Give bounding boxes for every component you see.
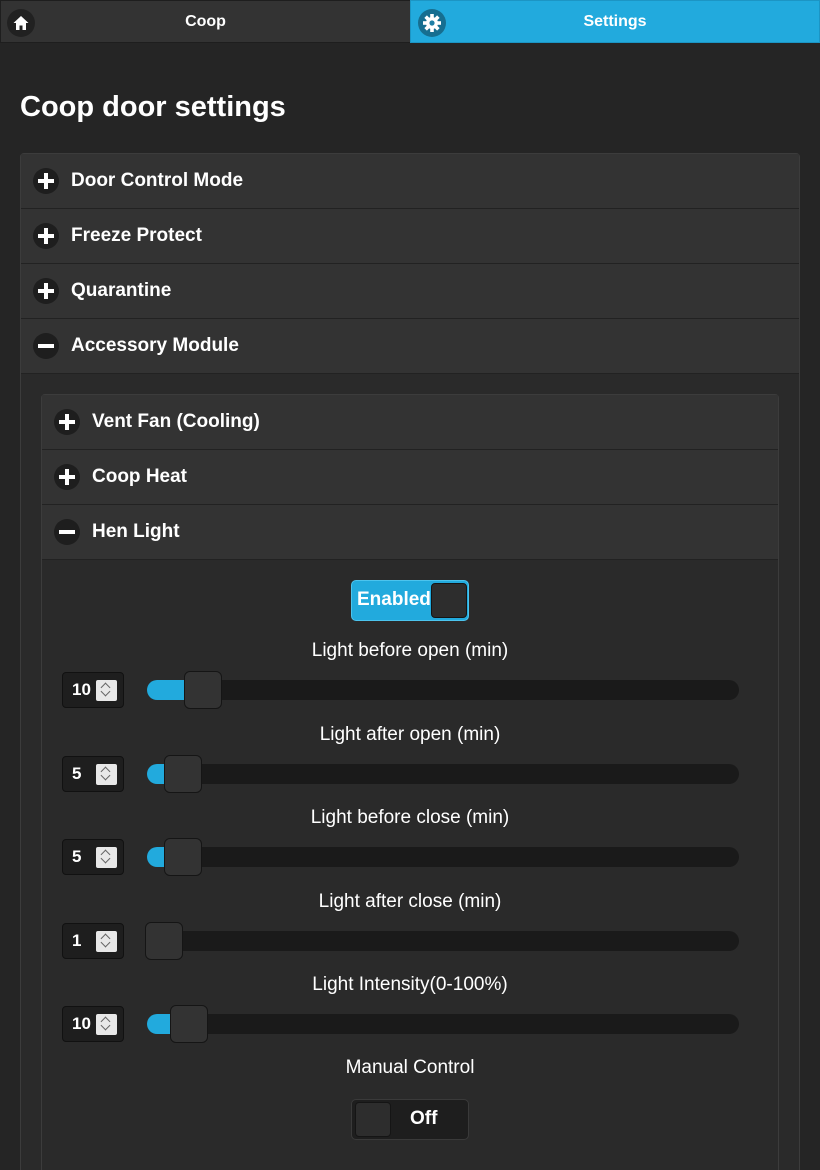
number-input[interactable]: 5	[62, 755, 124, 792]
plus-icon	[33, 168, 59, 194]
accessory-accordion: Vent Fan (Cooling) Coop Heat Hen Light E…	[41, 394, 779, 1170]
tab-coop-label: Coop	[185, 12, 226, 30]
slider-thumb[interactable]	[164, 838, 203, 876]
number-input[interactable]: 5	[62, 839, 124, 875]
settings-accordion: Door Control Mode Freeze Protect Quarant…	[20, 153, 800, 1170]
plus-icon	[33, 278, 59, 304]
plus-icon	[54, 409, 80, 435]
spinner-icon[interactable]	[96, 930, 117, 952]
tab-coop[interactable]: Coop	[0, 0, 410, 43]
slider-thumb[interactable]	[145, 921, 183, 960]
section-quarantine[interactable]: Quarantine	[21, 264, 799, 319]
enabled-toggle[interactable]: Enabled	[351, 580, 469, 621]
section-label: Freeze Protect	[71, 225, 202, 246]
manual-control-toggle-label: Off	[410, 1108, 438, 1129]
section-accessory-module[interactable]: Accessory Module	[21, 319, 799, 374]
number-input-value: 1	[72, 930, 82, 950]
number-input-value: 10	[72, 680, 91, 699]
plus-icon	[33, 223, 59, 249]
number-input[interactable]: 10	[62, 672, 124, 708]
tab-settings-label: Settings	[583, 12, 647, 30]
spinner-icon[interactable]	[96, 847, 117, 868]
slider-thumb[interactable]	[183, 671, 222, 709]
section-freeze-protect[interactable]: Freeze Protect	[21, 209, 799, 264]
slider-label: Light before open (min)	[311, 640, 509, 661]
section-label: Accessory Module	[71, 335, 239, 356]
section-door-control-mode[interactable]: Door Control Mode	[21, 154, 799, 209]
manual-control-toggle[interactable]: Off	[351, 1099, 469, 1140]
number-input-value: 10	[72, 1014, 91, 1033]
subsection-hen-light[interactable]: Hen Light	[42, 505, 778, 560]
slider-label: Light after open (min)	[319, 723, 501, 745]
toggle-knob	[355, 1102, 391, 1137]
slider-thumb[interactable]	[164, 754, 203, 793]
minus-icon	[33, 333, 59, 359]
subsection-vent-fan[interactable]: Vent Fan (Cooling)	[42, 395, 778, 450]
home-icon	[7, 9, 35, 37]
section-label: Door Control Mode	[71, 170, 244, 191]
spinner-icon[interactable]	[96, 763, 117, 785]
subsection-coop-heat[interactable]: Coop Heat	[42, 450, 778, 505]
tab-settings[interactable]: Settings	[410, 0, 820, 43]
slider-thumb[interactable]	[169, 1005, 208, 1043]
slider-track[interactable]	[147, 671, 739, 709]
slider-track[interactable]	[147, 1005, 739, 1043]
slider-label: Light before close (min)	[310, 807, 510, 828]
slider-label: Light Intensity(0-100%)	[312, 974, 508, 995]
subsection-label: Vent Fan (Cooling)	[92, 411, 260, 432]
toggle-knob	[431, 583, 467, 618]
spinner-icon[interactable]	[96, 1014, 117, 1035]
slider-label: Light after close (min)	[318, 890, 502, 912]
tab-bar: Coop Settings	[0, 0, 820, 43]
gear-icon	[418, 9, 446, 37]
manual-control-label: Manual Control	[345, 1057, 475, 1078]
minus-icon	[54, 519, 80, 545]
subsection-label: Hen Light	[92, 521, 180, 542]
number-input-value: 5	[72, 847, 82, 866]
section-label: Quarantine	[71, 280, 172, 301]
plus-icon	[54, 464, 80, 490]
slider-track[interactable]	[145, 921, 739, 960]
slider-track[interactable]	[147, 838, 739, 876]
page-title: Coop door settings	[20, 91, 286, 123]
number-input-value: 5	[72, 763, 82, 783]
enabled-toggle-label: Enabled	[357, 589, 431, 610]
slider-track[interactable]	[147, 754, 739, 793]
number-input[interactable]: 1	[62, 922, 124, 959]
spinner-icon[interactable]	[96, 680, 117, 701]
subsection-label: Coop Heat	[92, 466, 187, 487]
number-input[interactable]: 10	[62, 1006, 124, 1042]
